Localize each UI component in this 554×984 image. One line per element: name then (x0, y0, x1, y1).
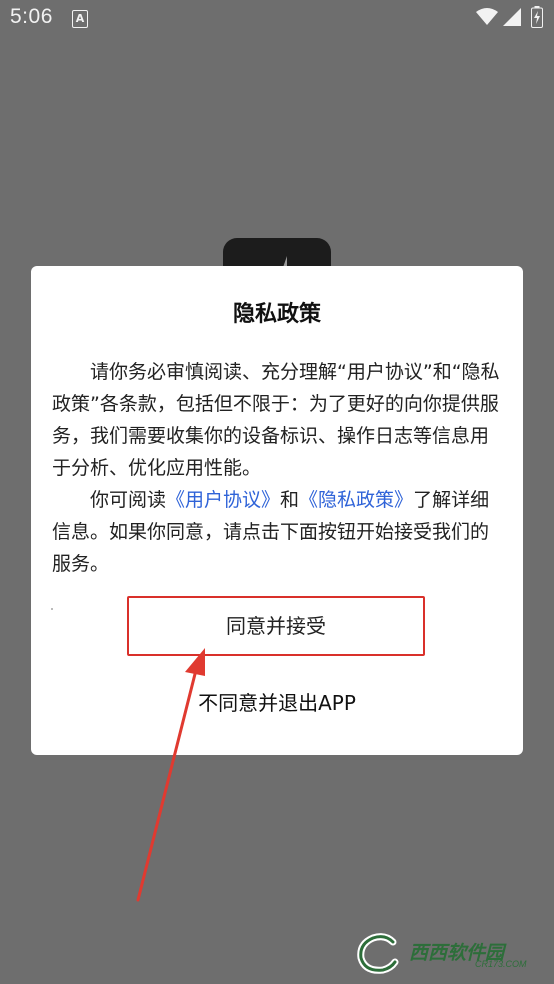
status-time: 5:06 (10, 5, 53, 28)
notification-icon: A (72, 10, 88, 28)
signal-icon (503, 8, 521, 26)
watermark-subtext: CR173.COM (475, 959, 527, 969)
privacy-policy-link[interactable]: 《隐私政策》 (299, 489, 413, 511)
decline-exit-button[interactable]: 不同意并退出APP (31, 688, 523, 718)
privacy-dialog: 隐私政策 请你务必审慎阅读、充分理解“用户协议”和“隐私政策”各条款，包括但不限… (31, 266, 523, 755)
dialog-body: 请你务必审慎阅读、充分理解“用户协议”和“隐私政策”各条款，包括但不限于：为了更… (52, 356, 504, 580)
privacy-paragraph-1: 请你务必审慎阅读、充分理解“用户协议”和“隐私政策”各条款，包括但不限于：为了更… (52, 361, 500, 479)
divider-dot (51, 608, 53, 610)
privacy-paragraph-2: 你可阅读《用户协议》和《隐私政策》了解详细信息。如果你同意，请点击下面按钮开始接… (52, 484, 504, 580)
paragraph2-and: 和 (280, 489, 300, 511)
status-bar: 5:06 A (0, 0, 554, 36)
battery-charging-icon (531, 6, 543, 28)
watermark-logo: 西西软件园 CR173.COM (355, 932, 535, 974)
wifi-icon (476, 8, 498, 25)
user-agreement-link[interactable]: 《用户协议》 (166, 489, 280, 511)
watermark-c-icon (357, 933, 399, 974)
agree-button[interactable]: 同意并接受 (127, 596, 425, 656)
dialog-title: 隐私政策 (232, 302, 321, 327)
paragraph2-prefix: 你可阅读 (90, 489, 167, 511)
